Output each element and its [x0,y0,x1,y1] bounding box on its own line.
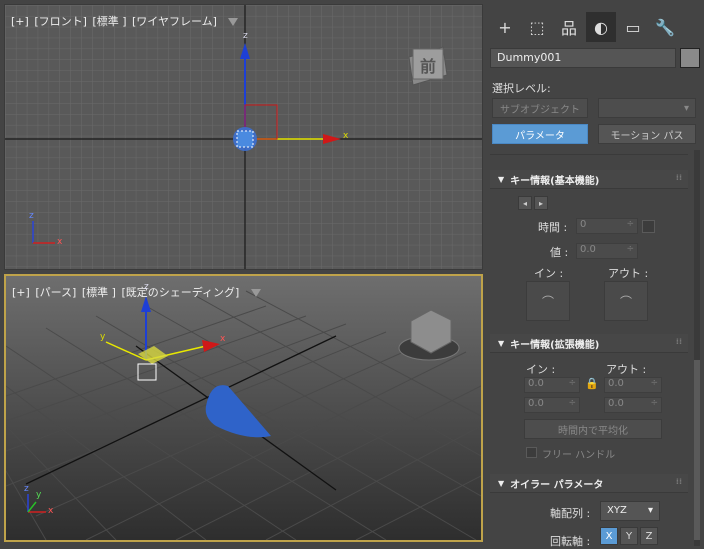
tripod-x-label: x [57,237,63,247]
axis-x-button[interactable]: X [600,527,618,545]
tripod-z-label: z [29,211,34,221]
chevron-down-icon: ▾ [647,505,653,516]
out-tangent-icon[interactable]: ⌒ [604,281,648,321]
viewport-plus-menu[interactable]: [+] [11,15,29,28]
front-viewport-label[interactable]: [+] [フロント] [標準 ] [ワイヤフレーム] [11,13,240,29]
free-handle-label: フリー ハンドル [542,450,616,461]
viewport-shading-menu[interactable]: [既定のシェーディング] [121,286,239,299]
in-label: イン : [526,363,556,376]
drag-handle-icon[interactable]: ⁞⁞ [676,337,682,346]
out-value-spinner-1[interactable]: 0.0 [604,377,662,393]
time-lock-toggle[interactable] [642,220,655,233]
euler-parameters-title: オイラー パラメータ [510,479,604,491]
perspective-viewport-label[interactable]: [+] [パース] [標準 ] [既定のシェーディング] [12,284,263,300]
axis-z-button[interactable]: Z [640,527,658,545]
axis-order-value: XYZ [607,505,627,516]
drag-handle-icon[interactable]: ⁞⁞ [676,173,682,182]
prev-key-button[interactable]: ◂ [518,196,532,210]
object-name-field[interactable]: Dummy001 [490,48,676,68]
tripod-x-label: x [48,506,54,516]
in-tangent-label: イン : [534,267,564,280]
front-grid [5,5,482,269]
collapse-arrow-icon: ▼ [498,174,505,184]
command-panel: + ⬚ 品 ◐ ▭ 🔧 Dummy001 選択レベル: サブオブジェクト ▾ パ… [486,0,704,548]
utilities-tab-icon[interactable]: 🔧 [650,12,680,42]
out-label: アウト : [606,363,647,376]
in-tangent-icon[interactable]: ⌒ [526,281,570,321]
gizmo-z-label: z [144,282,149,292]
axis-y-button[interactable]: Y [620,527,638,545]
command-panel-tabs: + ⬚ 品 ◐ ▭ 🔧 [490,12,690,42]
key-info-advanced-title: キー情報(拡張機能) [510,339,600,351]
key-info-basic-title: キー情報(基本機能) [510,175,600,187]
out-value-spinner-2[interactable]: 0.0 [604,397,662,413]
viewport-mode-menu[interactable]: [標準 ] [82,286,116,299]
value-label: 値 : [550,246,569,259]
drag-handle-icon[interactable]: ⁞⁞ [676,477,682,486]
hierarchy-tab-icon[interactable]: 品 [554,12,584,42]
key-info-advanced-header[interactable]: ▼ キー情報(拡張機能) ⁞⁞ [490,334,688,352]
euler-parameters-body: 軸配列 : XYZ ▾ 回転軸 : X Y Z [490,492,688,548]
viewport-plus-menu[interactable]: [+] [12,286,30,299]
normalize-time-button[interactable]: 時間内で平均化 [524,419,662,439]
viewport-view-menu[interactable]: [フロント] [34,15,87,28]
filter-icon[interactable] [250,289,261,297]
in-value-spinner-1[interactable]: 0.0 [524,377,580,393]
tripod-y-label: y [36,490,42,500]
key-info-basic-body: ◂ ▸ 時間 : 0 値 : 0.0 イン : アウト : ⌒ ⌒ [490,188,688,330]
time-spinner[interactable]: 0 [576,218,638,234]
object-color-swatch[interactable] [680,48,700,68]
key-info-advanced-body: イン : アウト : 0.0 🔒 0.0 0.0 0.0 時間内で平均化 フリー… [490,352,688,470]
front-viewport[interactable]: [+] [フロント] [標準 ] [ワイヤフレーム] z x z x 前 [4,4,483,270]
viewport-shading-menu[interactable]: [ワイヤフレーム] [132,15,217,28]
modify-tab-icon[interactable]: ⬚ [522,12,552,42]
gizmo-z-label: z [243,31,248,41]
gizmo-x-label: x [343,131,349,141]
parameters-button[interactable]: パラメータ [492,124,588,144]
subobject-button[interactable]: サブオブジェクト [492,98,588,118]
panel-scrollbar[interactable] [694,150,700,546]
euler-parameters-header[interactable]: ▼ オイラー パラメータ ⁞⁞ [490,474,688,492]
rotation-axis-label: 回転軸 : [550,535,591,548]
create-tab-icon[interactable]: + [490,12,520,42]
free-handle-checkbox[interactable] [526,447,537,458]
selection-level-label: 選択レベル: [492,82,551,95]
viewcube-front-face[interactable]: 前 [420,53,436,77]
gizmo-x-label: x [220,334,226,344]
viewport-mode-menu[interactable]: [標準 ] [92,15,126,28]
key-info-basic-header[interactable]: ▼ キー情報(基本機能) ⁞⁞ [490,170,688,188]
axis-order-select[interactable]: XYZ ▾ [600,501,660,521]
motion-tab-icon[interactable]: ◐ [586,12,616,42]
time-label: 時間 : [538,221,568,234]
tripod-z-label: z [24,484,29,494]
collapse-arrow-icon: ▼ [498,338,505,348]
perspective-viewport[interactable]: [+] [パース] [標準 ] [既定のシェーディング] z y x z y x [4,274,483,542]
value-spinner[interactable]: 0.0 [576,243,638,259]
scrollbar-thumb[interactable] [694,360,700,540]
in-value-spinner-2[interactable]: 0.0 [524,397,580,413]
display-tab-icon[interactable]: ▭ [618,12,648,42]
lock-icon[interactable]: 🔒 [585,377,599,390]
perspective-grid [6,290,481,540]
axis-order-label: 軸配列 : [550,507,591,520]
out-tangent-label: アウト : [608,267,649,280]
motion-paths-button[interactable]: モーション パス [598,124,696,144]
collapse-arrow-icon: ▼ [498,478,505,488]
next-key-button[interactable]: ▸ [534,196,548,210]
gizmo-y-label: y [100,332,106,342]
subobject-dropdown[interactable]: ▾ [598,98,696,118]
viewport-view-menu[interactable]: [パース] [35,286,76,299]
filter-icon[interactable] [228,18,239,26]
rollout-spacer [490,154,688,164]
